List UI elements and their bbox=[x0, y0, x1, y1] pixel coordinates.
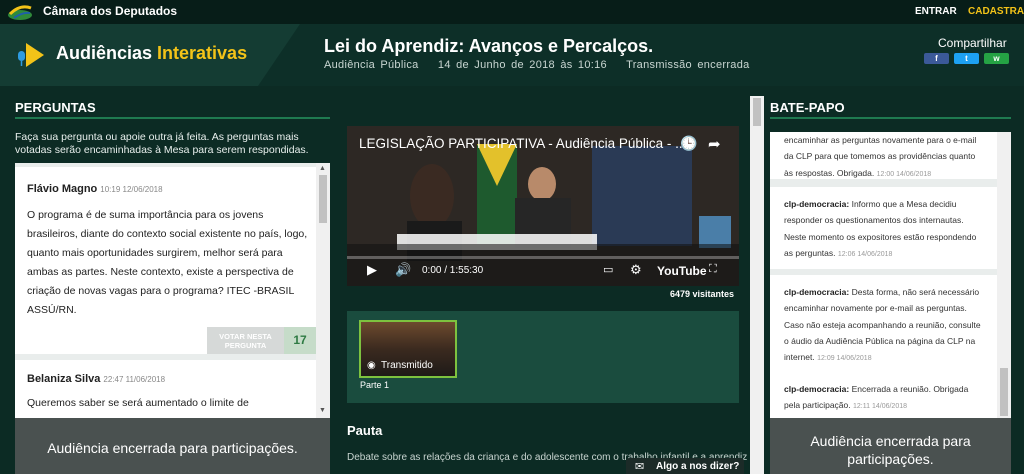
fullscreen-icon[interactable]: ⛶ bbox=[709, 263, 717, 276]
chat-message-time: 12:09 14/06/2018 bbox=[817, 355, 872, 363]
perguntas-underline bbox=[15, 117, 330, 119]
brand-title-main: Audiências bbox=[56, 43, 158, 63]
volume-icon[interactable]: 🔊 bbox=[395, 262, 411, 278]
youtube-logo[interactable]: YouTube bbox=[657, 264, 707, 278]
chat-message-time: 12:06 14/06/2018 bbox=[837, 250, 893, 258]
scrollbar-thumb[interactable] bbox=[319, 175, 327, 223]
brand-title[interactable]: Audiências Interativas bbox=[56, 43, 247, 64]
video-parts: ◉ Transmitido Parte 1 bbox=[347, 311, 739, 403]
watch-later-icon[interactable]: 🕒 bbox=[680, 135, 697, 152]
share-arrow-icon[interactable]: ➦ bbox=[708, 135, 721, 153]
chat-message: clp-democracia: Desta forma, não será ne… bbox=[770, 275, 997, 373]
chat-message: encaminhar as perguntas novamente para o… bbox=[770, 132, 997, 179]
settings-gear-icon[interactable]: ⚙ bbox=[630, 262, 642, 278]
perguntas-heading: PERGUNTAS bbox=[15, 100, 96, 115]
question-text: Queremos saber se será aumentado o limit… bbox=[27, 397, 249, 409]
perguntas-closed-notice: Audiência encerrada para participações. bbox=[15, 418, 330, 474]
share-label: Compartilhar bbox=[938, 36, 1007, 50]
chat-message-user: clp-democracia: bbox=[784, 287, 850, 297]
feedback-label: Algo a nos dizer? bbox=[656, 461, 740, 472]
org-name[interactable]: Câmara dos Deputados bbox=[43, 4, 177, 18]
chat-closed-notice: Audiência encerrada para participações. bbox=[770, 418, 1011, 474]
event-type: Audiência Pública bbox=[324, 59, 419, 71]
question-author: Belaniza Silva 22:47 11/06/2018 bbox=[27, 373, 165, 385]
chat-message-user: clp-democracia: bbox=[784, 384, 850, 394]
scroll-down-icon[interactable]: ▼ bbox=[319, 407, 326, 414]
question-author-name: Flávio Magno bbox=[27, 183, 98, 195]
twitter-share-button[interactable]: t bbox=[954, 53, 979, 64]
chat-heading: BATE-PAPO bbox=[770, 100, 845, 115]
pauta-heading: Pauta bbox=[347, 423, 383, 438]
broadcast-icon: ◉ bbox=[367, 360, 376, 371]
chat-list[interactable]: encaminhar as perguntas novamente para o… bbox=[770, 132, 1011, 418]
microphone-play-icon bbox=[18, 43, 44, 67]
page-header: Audiências Interativas Lei do Aprendiz: … bbox=[0, 24, 1024, 86]
event-title: Lei do Aprendiz: Avanços e Percalços. bbox=[324, 36, 654, 56]
question-author-name: Belaniza Silva bbox=[27, 373, 101, 385]
page-scrollbar[interactable] bbox=[750, 96, 764, 474]
question-time: 22:47 11/06/2018 bbox=[103, 375, 166, 384]
event-status: Transmissão encerrada bbox=[626, 59, 750, 71]
question-scrollbar[interactable]: ▲ ▼ bbox=[316, 163, 330, 418]
chat-message-time: 12:11 14/06/2018 bbox=[853, 403, 907, 411]
twitter-icon: t bbox=[965, 54, 968, 63]
chat-scrollbar-thumb[interactable] bbox=[1000, 368, 1008, 416]
perguntas-intro: Faça sua pergunta ou apoie outra já feit… bbox=[15, 131, 309, 156]
play-icon[interactable]: ▶ bbox=[367, 262, 377, 278]
subtitles-icon[interactable]: ▭ bbox=[603, 263, 613, 276]
vote-question-button[interactable]: VOTAR NESTA PERGUNTA bbox=[207, 327, 284, 354]
part-label[interactable]: Parte 1 bbox=[360, 380, 389, 390]
scroll-up-icon[interactable]: ▲ bbox=[319, 165, 326, 172]
event-meta: Audiência Pública 14 de Junho de 2018 às… bbox=[324, 59, 764, 71]
video-title: LEGISLAÇÃO PARTICIPATIVA - Audiência Púb… bbox=[359, 136, 687, 151]
chat-message-user: clp-democracia: bbox=[784, 199, 850, 209]
chat-scrollbar[interactable] bbox=[997, 132, 1011, 418]
facebook-share-button[interactable]: f bbox=[924, 53, 949, 64]
page-scrollbar-thumb[interactable] bbox=[753, 98, 761, 126]
question-card: Belaniza Silva 22:47 11/06/2018 Queremos … bbox=[15, 360, 316, 418]
envelope-icon: ✉ bbox=[635, 461, 645, 473]
top-bar: Câmara dos Deputados ENTRAR CADASTRAR bbox=[0, 0, 1024, 24]
chat-message: clp-democracia: Informo que a Mesa decid… bbox=[770, 187, 997, 269]
register-link[interactable]: CADASTRAR bbox=[968, 6, 1024, 17]
chat-message: clp-democracia: Encerrada a reunião. Obr… bbox=[770, 372, 997, 418]
video-time: 0:00 / 1:55:30 bbox=[422, 265, 484, 276]
login-link[interactable]: ENTRAR bbox=[915, 6, 957, 17]
part-badge: Transmitido bbox=[381, 360, 433, 371]
chat-underline bbox=[770, 117, 1011, 119]
chat-message-time: 12:00 14/06/2018 bbox=[876, 170, 932, 178]
event-datetime: 14 de Junho de 2018 às 10:16 bbox=[437, 59, 607, 71]
visitor-count: 6479 visitantes bbox=[670, 289, 735, 299]
camara-logo-icon[interactable] bbox=[6, 2, 34, 22]
question-card: Flávio Magno 10:19 12/06/2018 O programa … bbox=[15, 167, 316, 354]
vote-count: 17 bbox=[284, 327, 316, 354]
feedback-button[interactable]: ✉ Algo a nos dizer? bbox=[626, 458, 744, 474]
brand-title-accent: Interativas bbox=[157, 43, 248, 63]
whatsapp-icon: w bbox=[993, 54, 1000, 63]
whatsapp-share-button[interactable]: w bbox=[984, 53, 1009, 64]
question-text: O programa é de suma importância para os… bbox=[27, 209, 308, 316]
question-time: 10:19 12/06/2018 bbox=[100, 185, 163, 194]
chat-message-text: Desta forma, não será necessário encamin… bbox=[784, 287, 981, 363]
part-thumbnail[interactable]: ◉ Transmitido bbox=[359, 320, 457, 378]
question-author: Flávio Magno 10:19 12/06/2018 bbox=[27, 183, 163, 195]
video-player[interactable]: LEGISLAÇÃO PARTICIPATIVA - Audiência Púb… bbox=[347, 126, 739, 286]
facebook-icon: f bbox=[935, 54, 938, 63]
video-progress-bar[interactable] bbox=[347, 256, 739, 259]
question-list[interactable]: Flávio Magno 10:19 12/06/2018 O programa … bbox=[15, 163, 330, 418]
